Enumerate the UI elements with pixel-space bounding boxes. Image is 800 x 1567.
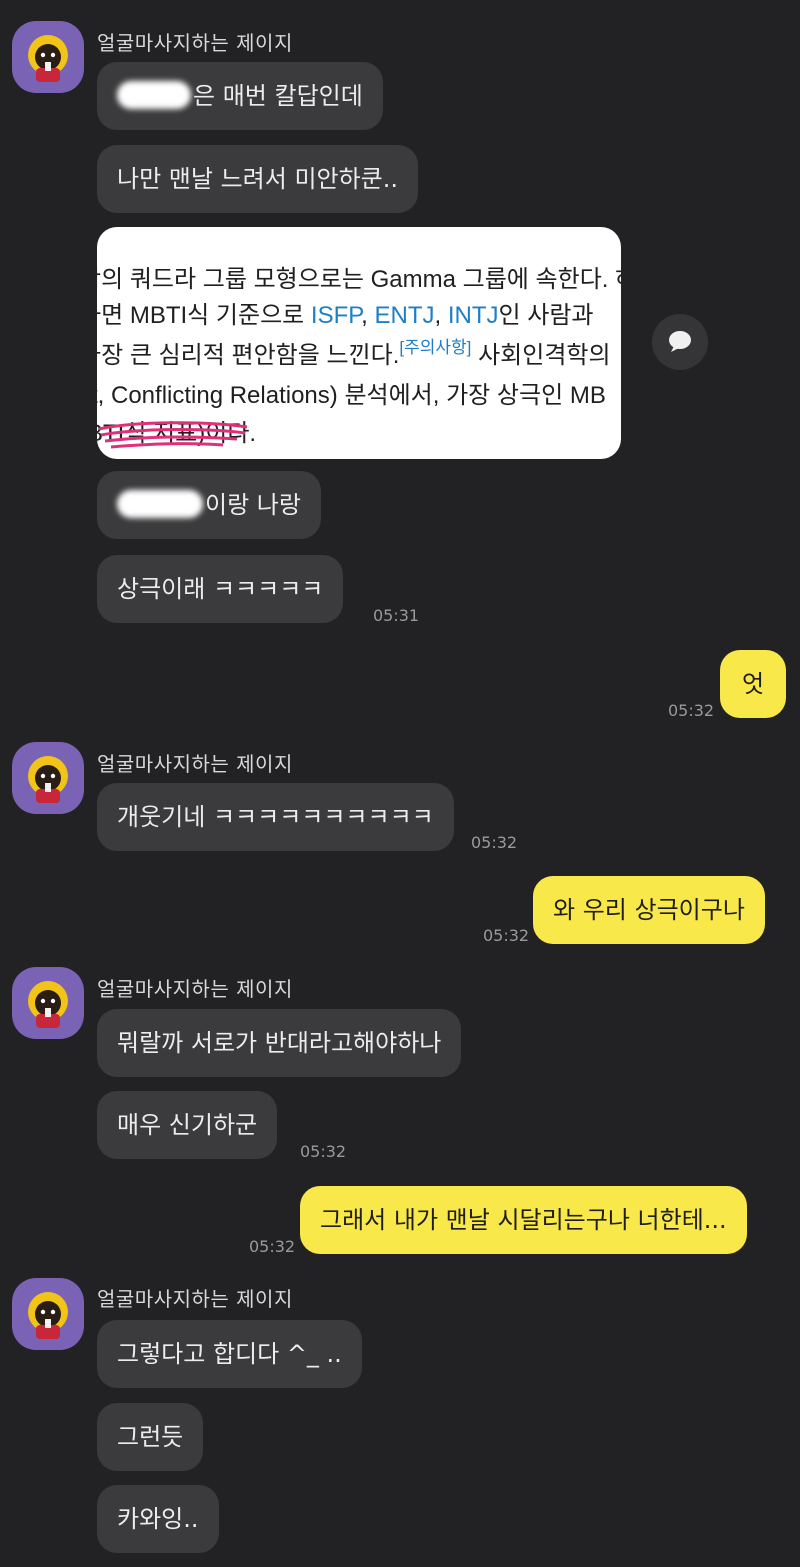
my-message-bubble[interactable]: 그래서 내가 맨날 시달리는구나 너한테...: [300, 1186, 747, 1254]
my-message-bubble[interactable]: 엇: [720, 650, 787, 718]
sender-name: 얼굴마사지하는 제이지: [97, 752, 293, 776]
note-link: [주의사항]: [399, 338, 472, 357]
image-text-line: 하면 MBTI식 기준으로 ISFP, ENTJ, INTJ인 사람과: [97, 302, 594, 329]
message-text: 그렇다고 합디다 ^_ ..: [117, 1340, 342, 1368]
message-text: 개웃기네 ㅋㅋㅋㅋㅋㅋㅋㅋㅋㅋ: [117, 803, 434, 831]
message-text: 상극이래 ㅋㅋㅋㅋㅋ: [117, 575, 324, 603]
message-bubble[interactable]: 개웃기네 ㅋㅋㅋㅋㅋㅋㅋㅋㅋㅋ: [97, 783, 454, 851]
message-time: 05:32: [471, 833, 518, 852]
sender-name: 얼굴마사지하는 제이지: [97, 977, 293, 1001]
message-time: 05:32: [300, 1142, 347, 1161]
message-bubble[interactable]: 그렇다고 합디다 ^_ ..: [97, 1320, 362, 1388]
message-time: 05:32: [668, 701, 715, 720]
link-entj: ENTJ: [374, 302, 435, 329]
highlight-scribble: [98, 421, 248, 449]
message-text: 나만 맨날 느려서 미안하쿤..: [117, 165, 399, 193]
image-message[interactable]: 학의 쿼드라 그룹 모형으로는 Gamma 그룹에 속한다. 하 하면 MBTI…: [97, 227, 621, 459]
character-avatar-icon: [28, 756, 68, 803]
message-bubble[interactable]: 카와잉..: [97, 1485, 219, 1553]
link-isfp: ISFP: [310, 302, 362, 329]
sender-name: 얼굴마사지하는 제이지: [97, 1287, 293, 1311]
character-avatar-icon: [28, 981, 68, 1028]
message-time: 05:32: [483, 926, 530, 945]
sender-avatar[interactable]: [12, 967, 84, 1039]
sender-avatar[interactable]: [12, 21, 84, 93]
image-text-line: 가장 큰 심리적 편안함을 느낀다.[주의사항] 사회인격학의: [97, 338, 611, 369]
link-intj: INTJ: [447, 302, 499, 329]
message-text: 은 매번 칼답인데: [193, 82, 363, 110]
message-bubble[interactable]: 상극이래 ㅋㅋㅋㅋㅋ: [97, 555, 344, 623]
message-text: 그런듯: [117, 1423, 184, 1451]
character-avatar-icon: [28, 1292, 68, 1339]
message-bubble[interactable]: 은 매번 칼답인데: [97, 62, 383, 130]
message-time: 05:32: [249, 1237, 296, 1256]
redacted-name: [117, 490, 203, 518]
message-bubble[interactable]: 이랑 나랑: [97, 471, 321, 539]
my-message-bubble[interactable]: 와 우리 상극이구나: [533, 876, 765, 944]
share-button[interactable]: [652, 314, 708, 370]
character-avatar-icon: [28, 35, 68, 82]
sender-avatar[interactable]: [12, 1278, 84, 1350]
message-text: 이랑 나랑: [205, 491, 301, 519]
message-time: 05:31: [373, 606, 420, 625]
message-text: 뭐랄까 서로가 반대라고해야하나: [117, 1029, 442, 1057]
message-bubble[interactable]: 나만 맨날 느려서 미안하쿤..: [97, 145, 419, 213]
sender-name: 얼굴마사지하는 제이지: [97, 31, 293, 55]
message-text: 그래서 내가 맨날 시달리는구나 너한테...: [320, 1206, 727, 1234]
message-text: 엇: [742, 670, 765, 698]
message-text: 매우 신기하군: [117, 1111, 258, 1139]
message-bubble[interactable]: 그런듯: [97, 1403, 204, 1471]
message-bubble[interactable]: 매우 신기하군: [97, 1091, 278, 1159]
message-bubble[interactable]: 뭐랄까 서로가 반대라고해야하나: [97, 1009, 462, 1077]
sender-avatar[interactable]: [12, 742, 84, 814]
redacted-name: [117, 81, 191, 109]
image-text-line: ct, Conflicting Relations) 분석에서, 가장 상극인 …: [97, 382, 606, 409]
message-text: 카와잉..: [117, 1505, 199, 1533]
image-text-line: 학의 쿼드라 그룹 모형으로는 Gamma 그룹에 속한다. 하: [97, 266, 621, 293]
speech-bubble-icon: [669, 331, 691, 352]
message-text: 와 우리 상극이구나: [553, 896, 745, 924]
